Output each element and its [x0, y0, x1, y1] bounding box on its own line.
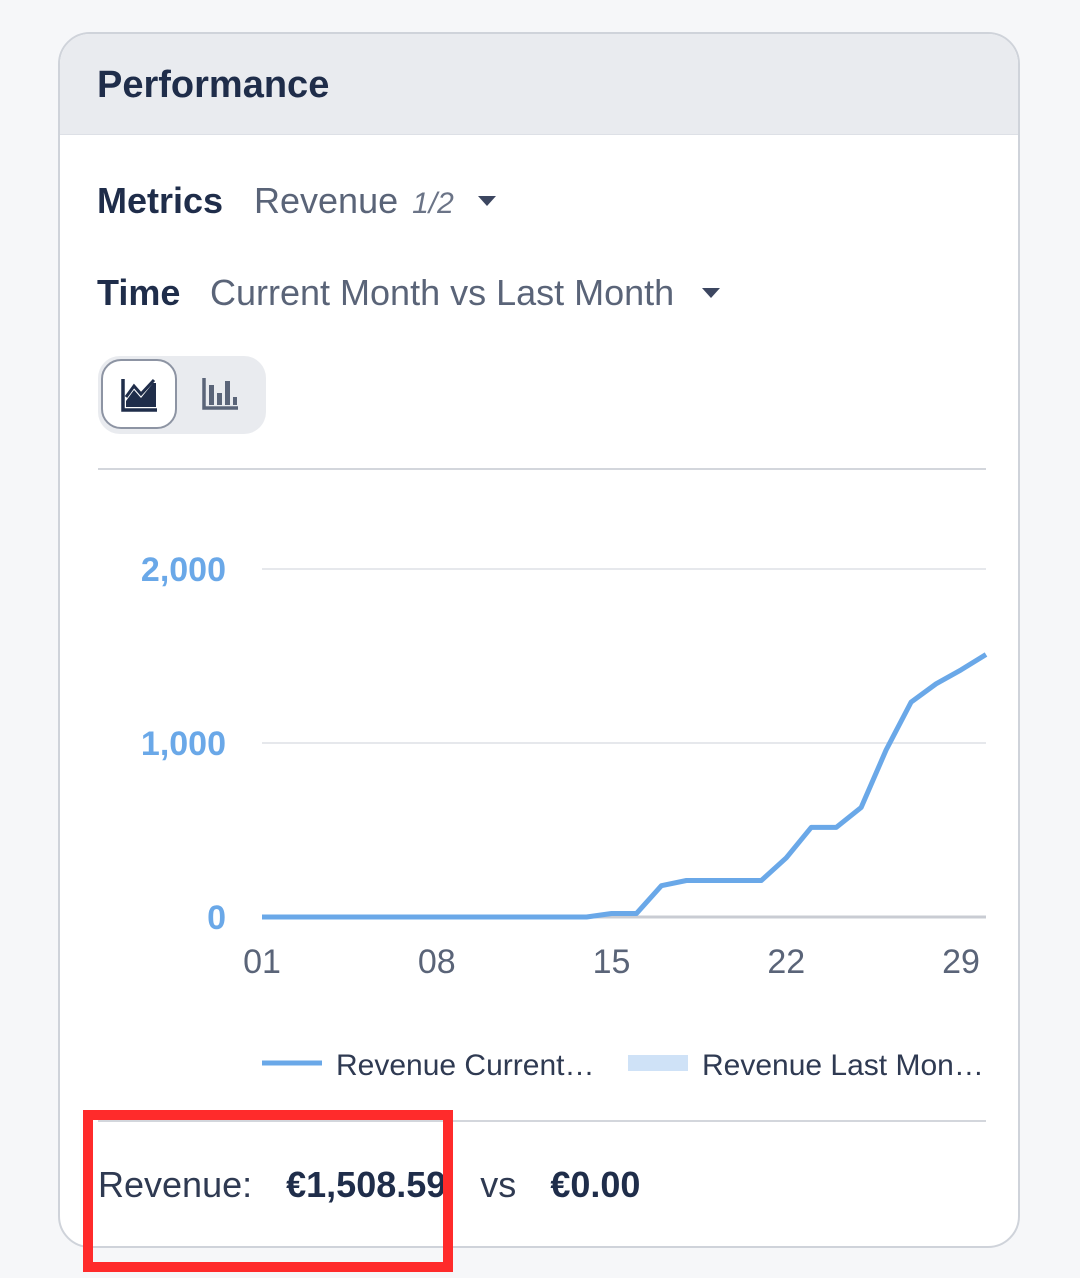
card-header: Performance [60, 34, 1018, 135]
x-tick-label: 22 [767, 943, 805, 981]
time-value: Current Month vs Last Month [210, 272, 675, 313]
metrics-dropdown[interactable]: Revenue 1/2 [254, 180, 454, 222]
x-tick-label: 29 [942, 943, 980, 981]
bar-chart-icon [202, 378, 238, 410]
legend-label-last: Revenue Last Mon… [702, 1049, 984, 1082]
time-label: Time [97, 272, 181, 313]
revenue-summary: Revenue: €1,508.59 vs €0.00 [98, 1164, 640, 1206]
top-divider [98, 468, 986, 470]
bottom-divider [98, 1120, 986, 1122]
metrics-value: Revenue [254, 180, 399, 221]
summary-vs: vs [480, 1164, 517, 1205]
summary-current-value: €1,508.59 [286, 1164, 447, 1205]
summary-label: Revenue: [98, 1164, 253, 1205]
x-tick-label: 01 [243, 943, 281, 981]
y-tick-label: 2,000 [141, 551, 226, 589]
line-chart-button[interactable] [101, 359, 177, 429]
series-line-current [262, 652, 988, 920]
x-tick-label: 08 [418, 943, 456, 981]
line-chart-icon [121, 378, 157, 412]
time-dropdown[interactable]: Current Month vs Last Month [210, 272, 674, 314]
metrics-count: 1/2 [412, 187, 454, 220]
revenue-chart: 0 1,000 2,000 01 08 15 22 29 Revenue Current… Rev… [141, 551, 988, 1082]
bar-chart-button[interactable] [184, 359, 260, 429]
card-title: Performance [97, 64, 330, 106]
summary-previous-value: €0.00 [550, 1164, 641, 1205]
legend-marker-last [628, 1055, 688, 1071]
chart-type-toggle [98, 356, 266, 434]
performance-card: Performance Metrics Revenue 1/2 Time Curr… [58, 32, 1020, 1248]
metrics-label: Metrics [97, 180, 224, 221]
y-tick-label: 1,000 [141, 725, 226, 763]
legend-label-current: Revenue Current… [336, 1049, 594, 1082]
time-chevron-down-icon[interactable] [702, 288, 720, 298]
y-tick-label: 0 [207, 899, 226, 937]
x-tick-label: 15 [593, 943, 631, 981]
metrics-chevron-down-icon[interactable] [478, 196, 496, 206]
